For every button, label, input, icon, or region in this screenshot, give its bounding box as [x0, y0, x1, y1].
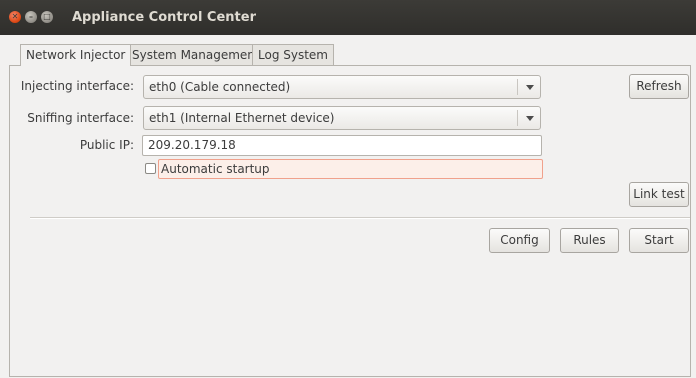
sniffing-interface-value: eth1 (Internal Ethernet device) [149, 111, 335, 125]
minimize-icon: – [29, 12, 33, 21]
window-title: Appliance Control Center [72, 10, 256, 25]
chevron-down-icon [526, 116, 534, 121]
public-ip-input[interactable]: 209.20.179.18 [142, 135, 542, 156]
injecting-interface-label: Injecting interface: [20, 79, 134, 93]
maximize-icon: □ [43, 12, 51, 21]
window-close-button[interactable]: ✕ [9, 11, 21, 23]
rules-button[interactable]: Rules [560, 228, 619, 253]
public-ip-label: Public IP: [79, 138, 134, 152]
config-button[interactable]: Config [489, 228, 550, 253]
chevron-down-icon [526, 85, 534, 90]
combo-separator [517, 79, 518, 95]
link-test-button[interactable]: Link test [629, 182, 689, 207]
window-maximize-button[interactable]: □ [41, 11, 53, 23]
window-minimize-button[interactable]: – [25, 11, 37, 23]
injecting-interface-value: eth0 (Cable connected) [149, 80, 291, 94]
sniffing-interface-label: Sniffing interface: [27, 111, 134, 125]
start-button[interactable]: Start [629, 228, 689, 253]
automatic-startup-row[interactable]: Automatic startup [158, 159, 543, 179]
automatic-startup-checkbox[interactable] [145, 163, 156, 174]
tab-log-system[interactable]: Log System [252, 44, 334, 65]
injecting-interface-select[interactable]: eth0 (Cable connected) [143, 75, 541, 99]
tab-network-injector[interactable]: Network Injector [20, 44, 132, 66]
tab-system-management[interactable]: System Management [126, 44, 266, 65]
combo-separator [517, 110, 518, 126]
title-bar: ✕ – □ Appliance Control Center [0, 0, 696, 35]
sniffing-interface-select[interactable]: eth1 (Internal Ethernet device) [143, 106, 541, 130]
automatic-startup-label: Automatic startup [161, 162, 270, 176]
divider-highlight [30, 218, 690, 219]
refresh-button[interactable]: Refresh [629, 74, 689, 99]
close-icon: ✕ [11, 12, 19, 21]
